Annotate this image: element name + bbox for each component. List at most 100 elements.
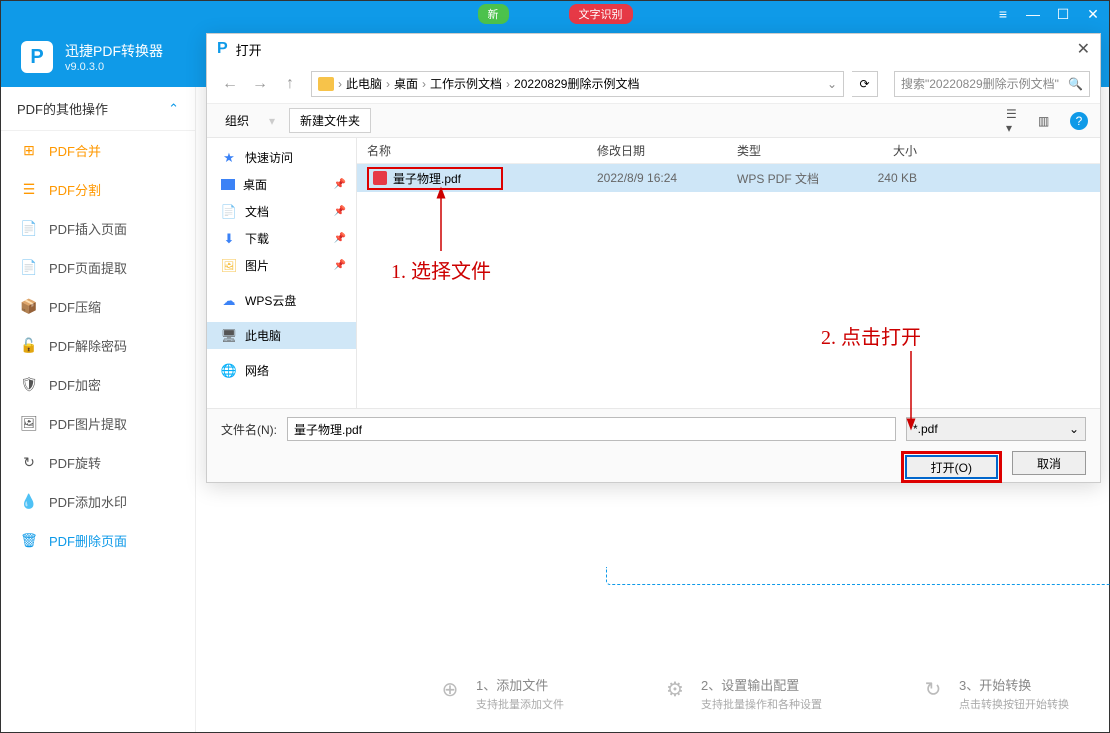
sidebar-item-compress[interactable]: 📦 PDF压缩	[1, 287, 195, 326]
nav-back-icon[interactable]: ←	[217, 71, 243, 97]
nav-desktop[interactable]: 桌面	[207, 171, 356, 198]
view-details-icon[interactable]: ☰ ▾	[1006, 113, 1026, 129]
dialog-titlebar: P 打开 ✕	[207, 34, 1100, 64]
breadcrumb-part[interactable]: 工作示例文档	[430, 75, 502, 92]
sidebar-item-rotate[interactable]: ↻ PDF旋转	[1, 443, 195, 482]
download-icon: ⬇	[221, 231, 237, 247]
cloud-icon: ☁	[221, 293, 237, 309]
column-date[interactable]: 修改日期	[597, 142, 737, 159]
step-1: ⊕ 1、添加文件 支持批量添加文件	[436, 675, 564, 712]
sidebar-item-delete-page[interactable]: 🗑 PDF删除页面	[1, 521, 195, 560]
split-icon: ☰	[21, 182, 37, 198]
pdf-icon	[373, 171, 387, 185]
file-open-dialog: P 打开 ✕ ← → ↑ › 此电脑 › 桌面 › 工作示例文档 › 20220…	[206, 33, 1101, 483]
new-folder-button[interactable]: 新建文件夹	[289, 108, 371, 133]
dialog-nav: ← → ↑ › 此电脑 › 桌面 › 工作示例文档 › 20220829删除示例…	[207, 64, 1100, 104]
badge-ocr[interactable]: 文字识别	[569, 4, 633, 24]
sidebar-item-label: PDF图片提取	[49, 414, 127, 433]
column-type[interactable]: 类型	[737, 142, 847, 159]
step-3: ↻ 3、开始转换 点击转换按钮开始转换	[919, 675, 1069, 712]
sidebar-item-extract[interactable]: 📄 PDF页面提取	[1, 248, 195, 287]
file-name-cell: 量子物理.pdf	[357, 167, 597, 190]
nav-pictures[interactable]: 🖼 图片	[207, 252, 356, 279]
drop-zone[interactable]	[606, 567, 1110, 585]
chevron-down-icon[interactable]: ⌄	[827, 77, 837, 91]
encrypt-icon: 🛡	[21, 377, 37, 393]
nav-documents[interactable]: 📄 文档	[207, 198, 356, 225]
desktop-icon	[221, 179, 235, 190]
image-icon: 🖼	[21, 416, 37, 432]
file-list-header: 名称 修改日期 类型 大小	[357, 138, 1100, 164]
pictures-icon: 🖼	[221, 258, 237, 274]
column-size[interactable]: 大小	[847, 142, 927, 159]
breadcrumb-part[interactable]: 20220829删除示例文档	[514, 75, 639, 92]
sidebar-item-label: PDF添加水印	[49, 492, 127, 511]
titlebar: 新 文字识别 ≡ — ☐ ✕	[1, 1, 1109, 27]
organize-button[interactable]: 组织	[219, 109, 255, 132]
sidebar-item-merge[interactable]: ⊞ PDF合并	[1, 131, 195, 170]
help-icon[interactable]: ?	[1070, 112, 1088, 130]
sidebar-item-label: PDF分割	[49, 180, 101, 199]
refresh-icon[interactable]: ⟳	[852, 71, 878, 97]
nav-quick-access[interactable]: ★ 快速访问	[207, 144, 356, 171]
filename-input[interactable]	[287, 417, 896, 441]
sidebar-item-label: PDF压缩	[49, 297, 101, 316]
sidebar-item-watermark[interactable]: 💧 PDF添加水印	[1, 482, 195, 521]
sidebar-item-label: PDF旋转	[49, 453, 101, 472]
view-preview-icon[interactable]: ▥	[1038, 113, 1058, 129]
nav-forward-icon[interactable]: →	[247, 71, 273, 97]
nav-downloads[interactable]: ⬇ 下载	[207, 225, 356, 252]
unlock-icon: 🔓	[21, 338, 37, 354]
badge-new: 新	[478, 4, 509, 24]
file-filter-select[interactable]: *.pdf ⌄	[906, 417, 1086, 441]
search-icon[interactable]: 🔍	[1068, 77, 1083, 91]
sidebar: PDF的其他操作 ⌃ ⊞ PDF合并 ☰ PDF分割 📄 PDF插入页面 📄 P…	[1, 87, 196, 732]
extract-icon: 📄	[21, 260, 37, 276]
breadcrumb-part[interactable]: 桌面	[394, 75, 418, 92]
breadcrumb-part[interactable]: 此电脑	[346, 75, 382, 92]
file-row[interactable]: 量子物理.pdf 2022/8/9 16:24 WPS PDF 文档 240 K…	[357, 164, 1100, 192]
file-date-cell: 2022/8/9 16:24	[597, 171, 737, 185]
nav-wps-cloud[interactable]: ☁ WPS云盘	[207, 287, 356, 314]
nav-this-pc[interactable]: 🖥 此电脑	[207, 322, 356, 349]
column-name[interactable]: 名称	[357, 142, 597, 159]
pc-icon: 🖥	[221, 328, 237, 344]
steps-row: ⊕ 1、添加文件 支持批量添加文件 ⚙ 2、设置输出配置 支持批量操作和各种设置…	[436, 675, 1069, 712]
app-name: 迅捷PDF转换器	[65, 41, 163, 61]
insert-icon: 📄	[21, 221, 37, 237]
merge-icon: ⊞	[21, 143, 37, 159]
chevron-up-icon[interactable]: ⌃	[168, 101, 179, 117]
dialog-toolbar: 组织 ▾ 新建文件夹 ☰ ▾ ▥ ?	[207, 104, 1100, 138]
file-type-cell: WPS PDF 文档	[737, 170, 847, 187]
sidebar-item-label: PDF插入页面	[49, 219, 127, 238]
nav-up-icon[interactable]: ↑	[277, 71, 303, 97]
sidebar-item-image-extract[interactable]: 🖼 PDF图片提取	[1, 404, 195, 443]
cancel-button[interactable]: 取消	[1012, 451, 1086, 475]
dialog-footer: 文件名(N): *.pdf ⌄ 打开(O) 取消	[207, 408, 1100, 482]
app-logo-icon: P	[21, 41, 53, 73]
sidebar-section-header[interactable]: PDF的其他操作 ⌃	[1, 87, 195, 131]
rotate-icon: ↻	[21, 455, 37, 471]
search-input[interactable]: 搜索"20220829删除示例文档" 🔍	[894, 71, 1090, 97]
dialog-app-icon: P	[217, 40, 228, 58]
sidebar-item-label: PDF合并	[49, 141, 101, 160]
add-file-icon: ⊕	[436, 675, 464, 703]
documents-icon: 📄	[221, 204, 237, 220]
app-version: v9.0.3.0	[65, 61, 163, 73]
nav-network[interactable]: 🌐 网络	[207, 357, 356, 384]
open-button[interactable]: 打开(O)	[905, 455, 998, 479]
star-icon: ★	[221, 150, 237, 166]
dialog-close-icon[interactable]: ✕	[1077, 39, 1090, 59]
dialog-body: ★ 快速访问 桌面 📄 文档 ⬇ 下载 🖼 图片 ☁ WPS云盘	[207, 138, 1100, 408]
chevron-down-icon: ⌄	[1069, 422, 1079, 436]
sidebar-item-encrypt[interactable]: 🛡 PDF加密	[1, 365, 195, 404]
sidebar-item-label: PDF解除密码	[49, 336, 127, 355]
sidebar-item-split[interactable]: ☰ PDF分割	[1, 170, 195, 209]
sidebar-item-insert[interactable]: 📄 PDF插入页面	[1, 209, 195, 248]
sidebar-item-unlock[interactable]: 🔓 PDF解除密码	[1, 326, 195, 365]
watermark-icon: 💧	[21, 494, 37, 510]
breadcrumb[interactable]: › 此电脑 › 桌面 › 工作示例文档 › 20220829删除示例文档 ⌄	[311, 71, 844, 97]
search-placeholder: 搜索"20220829删除示例文档"	[901, 75, 1059, 92]
sidebar-section-title: PDF的其他操作	[17, 99, 108, 118]
sidebar-item-label: PDF删除页面	[49, 531, 127, 550]
